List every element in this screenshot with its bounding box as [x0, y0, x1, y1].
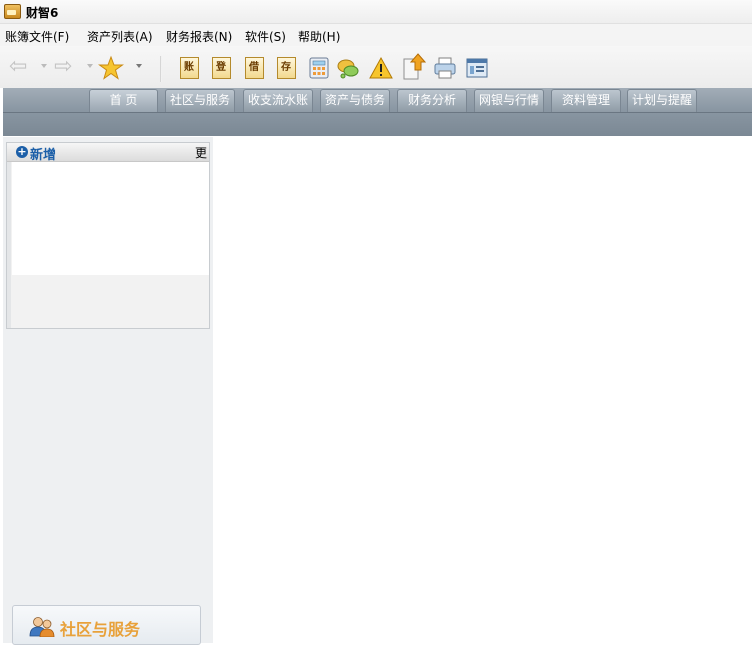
favorites-star-icon[interactable] [98, 55, 124, 81]
tab-cashflow[interactable]: 收支流水账 [243, 89, 313, 112]
menu-bar: 账簿文件(F) 资产列表(A) 财务报表(N) 软件(S) 帮助(H) [0, 24, 752, 46]
budget-icon[interactable]: 借 [245, 57, 264, 79]
tab-planning[interactable]: 计划与提醒 [627, 89, 697, 112]
tab-home[interactable]: 首 页 [89, 89, 158, 112]
main-content-area [213, 137, 752, 643]
forward-dropdown-icon[interactable] [87, 64, 93, 68]
toolbar: ⇦ ⇨ 账 登 借 存 [0, 46, 752, 88]
settings-icon[interactable] [465, 56, 489, 80]
quick-entry-header: + 新增 更 [7, 143, 209, 163]
app-logo-icon [4, 4, 21, 19]
add-new-button[interactable]: 新增 [30, 144, 56, 163]
forward-arrow-icon[interactable]: ⇨ [54, 55, 72, 79]
menu-help[interactable]: 帮助(H) [298, 28, 340, 45]
tab-bar-divider [3, 112, 752, 113]
print-icon[interactable] [433, 56, 457, 80]
back-arrow-icon[interactable]: ⇦ [9, 55, 27, 79]
toolbar-separator [160, 56, 162, 82]
more-link[interactable]: 更 [195, 144, 207, 161]
tab-data-management[interactable]: 资料管理 [551, 89, 621, 112]
tab-assets-debts[interactable]: 资产与债务 [320, 89, 390, 112]
warning-icon[interactable] [369, 56, 393, 80]
tab-online-banking[interactable]: 网银与行情 [474, 89, 544, 112]
menu-assets[interactable]: 资产列表(A) [87, 28, 153, 45]
journal-icon[interactable]: 账 [180, 57, 199, 79]
back-dropdown-icon[interactable] [41, 64, 47, 68]
panel-left-strip [7, 162, 11, 328]
deposit-icon[interactable]: 存 [277, 57, 296, 79]
title-bar: 财智6 [0, 0, 752, 24]
tab-analysis[interactable]: 财务分析 [397, 89, 467, 112]
voucher-icon[interactable]: 登 [212, 57, 231, 79]
favorites-dropdown-icon[interactable] [136, 64, 142, 68]
calculator-icon[interactable] [307, 56, 331, 80]
tab-community[interactable]: 社区与服务 [165, 89, 235, 112]
menu-file[interactable]: 账簿文件(F) [5, 28, 69, 45]
app-title: 财智6 [26, 6, 59, 20]
menu-software[interactable]: 软件(S) [245, 28, 286, 45]
community-service-section[interactable]: 社区与服务 [12, 605, 201, 645]
people-icon [29, 617, 55, 637]
quick-entry-list [12, 162, 209, 275]
section-title: 社区与服务 [60, 620, 141, 639]
menu-reports[interactable]: 财务报表(N) [166, 28, 232, 45]
upload-icon[interactable] [402, 53, 426, 81]
chat-icon[interactable] [336, 56, 360, 80]
add-circle-icon[interactable]: + [16, 146, 28, 158]
